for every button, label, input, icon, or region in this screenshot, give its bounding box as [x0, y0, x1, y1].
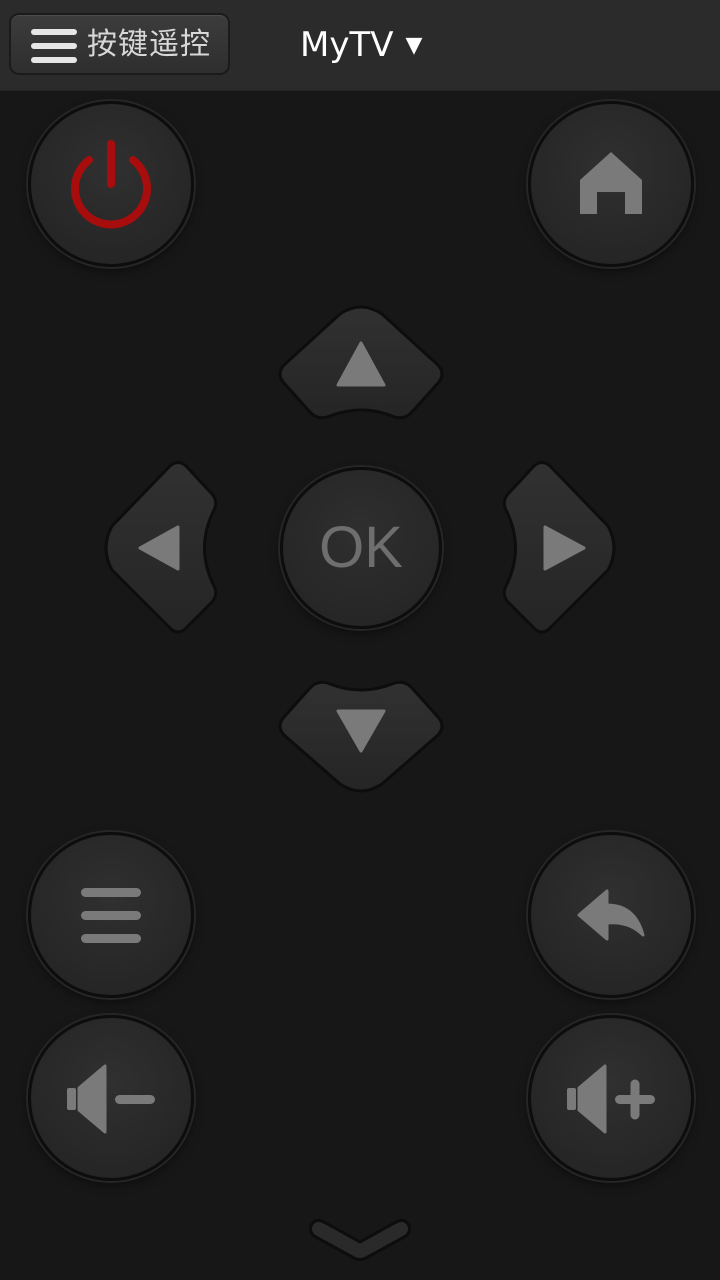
options-menu-button[interactable] [28, 832, 194, 998]
expand-more-button[interactable] [300, 1210, 420, 1270]
volume-down-button[interactable] [28, 1015, 194, 1181]
back-arrow-icon [577, 889, 645, 941]
chevron-down-icon [308, 1218, 412, 1261]
speaker-plus-icon [567, 1064, 655, 1134]
speaker-minus-icon [67, 1064, 155, 1134]
dpad-right-button[interactable] [502, 461, 616, 634]
dpad-up-button[interactable] [278, 305, 444, 420]
dpad [104, 305, 616, 793]
volume-up-button[interactable] [528, 1015, 694, 1181]
dpad-down-button[interactable] [278, 680, 444, 793]
dpad-left-button[interactable] [104, 461, 218, 634]
hamburger-icon [81, 888, 141, 943]
ok-button[interactable]: OK [280, 467, 442, 629]
back-button[interactable] [528, 832, 694, 998]
